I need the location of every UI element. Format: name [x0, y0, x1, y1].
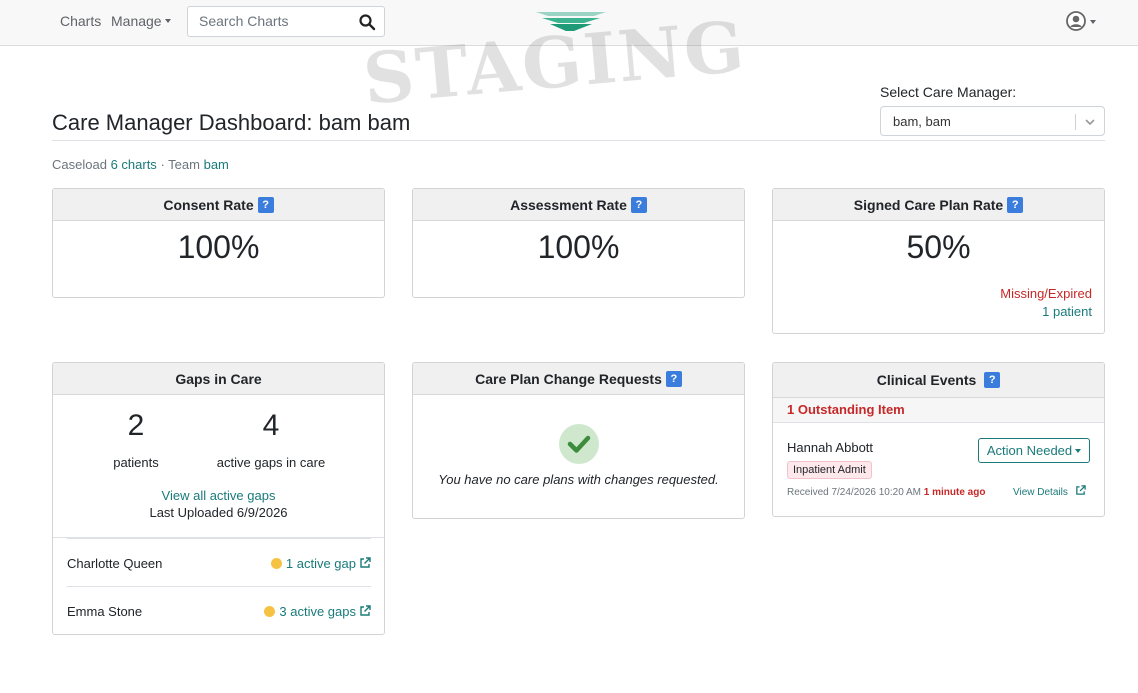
caret-down-icon	[1090, 20, 1096, 24]
gap-patients-label: patients	[113, 455, 159, 470]
team-label: Team	[168, 157, 200, 172]
search-charts-box	[187, 6, 385, 37]
clinical-events-card: Clinical Events? 1 Outstanding Item Hann…	[772, 362, 1105, 517]
chevron-down-icon	[1085, 119, 1095, 126]
last-uploaded-text: Last Uploaded 6/9/2026	[149, 505, 288, 520]
gaps-in-care-card: Gaps in Care 2 patients 4 active gaps in…	[52, 362, 385, 635]
change-requests-header: Care Plan Change Requests?	[413, 363, 744, 395]
card-title: Clinical Events	[876, 372, 977, 388]
caseload-charts-link[interactable]: 6 charts	[111, 157, 157, 172]
gaps-in-care-header: Gaps in Care	[53, 363, 384, 395]
help-icon[interactable]: ?	[630, 196, 647, 213]
status-dot	[264, 606, 276, 618]
consent-rate-card: Consent Rate? 100%	[52, 188, 385, 298]
active-gaps-label: active gaps in care	[216, 455, 326, 470]
help-icon[interactable]: ?	[257, 196, 274, 213]
nav-manage-label: Manage	[111, 13, 162, 29]
gap-patient-name: Charlotte Queen	[67, 556, 163, 571]
consent-rate-value: 100%	[177, 229, 260, 265]
missing-expired-label: Missing/Expired	[1000, 286, 1092, 301]
external-link-icon	[360, 605, 371, 616]
care-manager-select[interactable]: bam, bam	[880, 106, 1105, 136]
event-received-text: Received 7/24/2026 10:20 AM	[787, 487, 921, 498]
card-title: Care Plan Change Requests	[475, 371, 662, 387]
nav-charts-link[interactable]: Charts	[60, 13, 101, 29]
signed-care-plan-value: 50%	[906, 229, 971, 265]
caseload-separator: ·	[160, 157, 165, 172]
search-input[interactable]	[199, 13, 349, 29]
external-link-icon	[1076, 485, 1086, 496]
gap-patients-count: 2	[127, 409, 145, 442]
nav-manage-dropdown[interactable]: Manage	[111, 13, 171, 29]
no-change-requests-text: You have no care plans with changes requ…	[438, 472, 719, 487]
gap-patient-name: Emma Stone	[67, 604, 143, 619]
action-needed-label: Action Needed	[986, 443, 1073, 458]
brand-logo[interactable]	[534, 9, 608, 33]
gap-patient-link[interactable]: 3 active gaps	[264, 604, 371, 619]
card-title: Consent Rate	[163, 197, 254, 213]
caret-down-icon	[1075, 448, 1082, 453]
active-gaps-count: 4	[262, 409, 280, 442]
search-icon[interactable]	[358, 13, 376, 31]
consent-rate-header: Consent Rate?	[53, 189, 384, 221]
caseload-label: Caseload	[52, 157, 107, 172]
gap-count-text: 1 active gap	[285, 556, 356, 571]
care-manager-value: bam, bam	[893, 114, 951, 129]
change-requests-card: Care Plan Change Requests? You have no c…	[412, 362, 745, 519]
top-navbar: Charts Manage	[0, 0, 1138, 46]
action-needed-button[interactable]: Action Needed	[978, 438, 1090, 463]
card-title: Signed Care Plan Rate	[853, 197, 1004, 213]
signed-care-plan-header: Signed Care Plan Rate?	[773, 189, 1104, 221]
clinical-events-header: Clinical Events?	[773, 363, 1104, 398]
event-received-meta: Received 7/24/2026 10:20 AM 1 minute ago	[787, 487, 985, 498]
title-divider	[52, 140, 1105, 141]
view-details-link[interactable]: View Details	[1013, 485, 1086, 498]
caret-down-icon	[164, 19, 171, 24]
help-icon[interactable]: ?	[665, 370, 682, 387]
user-menu[interactable]	[1066, 11, 1100, 31]
page-title: Care Manager Dashboard: bam bam	[52, 110, 411, 135]
gap-patient-row: Charlotte Queen 1 active gap	[67, 539, 371, 587]
help-icon[interactable]: ?	[984, 371, 1001, 388]
assessment-rate-header: Assessment Rate?	[413, 189, 744, 221]
caseload-summary: Caseload 6 charts · Team bam	[52, 157, 229, 172]
gap-patient-link[interactable]: 1 active gap	[270, 556, 371, 571]
gap-count-text: 3 active gaps	[279, 604, 356, 619]
signed-care-plan-rate-card: Signed Care Plan Rate? 50% Missing/Expir…	[772, 188, 1105, 334]
view-all-gaps-link[interactable]: View all active gaps	[53, 488, 384, 503]
external-link-icon	[360, 557, 371, 568]
help-icon[interactable]: ?	[1007, 196, 1024, 213]
event-patient-name[interactable]: Hannah Abbott	[787, 440, 873, 455]
user-circle-icon	[1066, 11, 1086, 31]
event-type-badge: Inpatient Admit	[787, 461, 872, 479]
missing-patient-link[interactable]: 1 patient	[1042, 304, 1092, 319]
team-link[interactable]: bam	[204, 157, 229, 172]
gap-patient-row: Emma Stone 3 active gaps	[67, 587, 371, 634]
assessment-rate-card: Assessment Rate? 100%	[412, 188, 745, 298]
care-manager-label: Select Care Manager:	[880, 84, 1017, 100]
card-title: Assessment Rate	[510, 197, 627, 213]
check-icon	[559, 424, 599, 464]
event-time-ago: 1 minute ago	[923, 487, 986, 498]
select-separator	[1075, 114, 1076, 130]
view-details-label: View Details	[1013, 487, 1068, 498]
assessment-rate-value: 100%	[537, 229, 620, 265]
outstanding-items-label: 1 Outstanding Item	[773, 398, 1104, 423]
status-dot	[270, 558, 282, 570]
